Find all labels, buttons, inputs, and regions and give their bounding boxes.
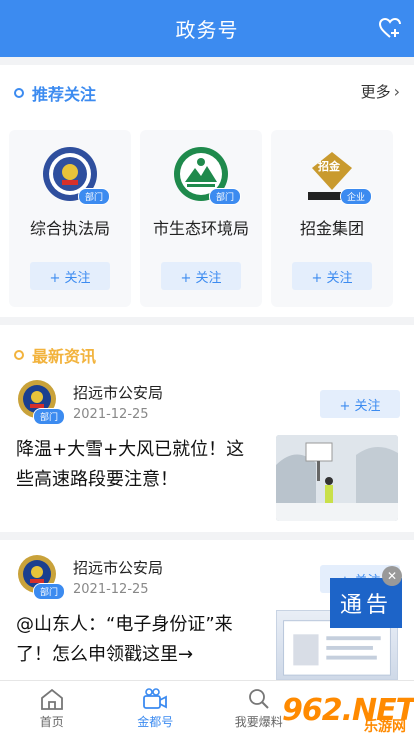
tab-label: 我要爆料	[234, 715, 283, 729]
dept-badge: 部门	[32, 408, 65, 425]
close-icon[interactable]: ✕	[382, 566, 402, 586]
chevron-right-icon: ›	[393, 82, 400, 101]
recommend-card[interactable]: 招金 企业 招金集团 + 关注	[271, 130, 393, 307]
heart-plus-icon[interactable]	[378, 17, 402, 39]
watermark-text-wrap: 乐游网	[362, 716, 406, 735]
avatar: 部门	[17, 554, 65, 600]
card-name: 招金集团	[299, 219, 364, 238]
more-label: 更多	[360, 83, 391, 101]
page-title: 政务号	[175, 18, 239, 42]
news-thumbnail[interactable]	[276, 435, 398, 521]
news-source: 招远市公安局	[73, 384, 164, 402]
dept-badge: 部门	[208, 188, 241, 205]
logo-text: 招金	[318, 160, 340, 173]
avatar: 部门	[17, 379, 65, 425]
news-headline[interactable]: @山东人：“电子身份证”来了！怎么申领戳这里→	[16, 610, 254, 670]
news-headline[interactable]: 降温+大雪+大风已就位！这些高速路段要注意！	[16, 435, 254, 495]
recommend-card[interactable]: 部门 市生态环境局 + 关注	[140, 130, 262, 307]
recommend-header: 推荐关注	[14, 81, 96, 105]
news-title: 最新资讯	[32, 347, 97, 366]
news-date: 2021-12-25	[73, 582, 149, 597]
news-date: 2021-12-25	[73, 407, 149, 422]
recommend-card[interactable]: 部门 综合执法局 + 关注	[9, 130, 131, 307]
news-header: 最新资讯	[14, 343, 96, 367]
news-item[interactable]: 部门 招远市公安局 2021-12-25 + 关注 降温+大雪+大风已就位！这些…	[0, 365, 414, 532]
watermark-text: 乐游网	[364, 719, 406, 735]
news-source: 招远市公安局	[73, 559, 164, 577]
tab-jindu[interactable]: 金都号	[104, 681, 208, 736]
section-dot-icon	[14, 88, 24, 98]
zhaojin-logo-icon: 招金 企业	[304, 146, 372, 205]
news-section-header: 最新资讯	[0, 325, 414, 367]
card-name: 市生态环境局	[152, 219, 249, 238]
camera-icon	[143, 688, 168, 709]
ecology-emblem-icon: 部门	[173, 146, 241, 205]
recommend-section: 推荐关注 更多 › 部门 综合执法局 + 关注 部门 市生态环境局 + 关注 招…	[0, 65, 414, 317]
tab-home[interactable]: 首页	[0, 681, 104, 736]
follow-button[interactable]: + 关注	[161, 262, 241, 290]
follow-button[interactable]: + 关注	[292, 262, 372, 290]
search-icon	[248, 689, 269, 709]
top-bar: 政务号	[0, 0, 414, 57]
company-badge: 企业	[339, 188, 372, 205]
tab-label: 金都号	[137, 715, 174, 729]
more-link[interactable]: 更多 ›	[361, 81, 400, 102]
dept-badge: 部门	[77, 188, 110, 205]
dept-badge: 部门	[32, 583, 65, 600]
home-icon	[40, 688, 63, 710]
follow-button[interactable]: + 关注	[30, 262, 110, 290]
tab-label: 首页	[39, 715, 64, 729]
follow-button[interactable]: + 关注	[320, 390, 400, 418]
enforcement-emblem-icon: 部门	[42, 146, 110, 205]
card-name: 综合执法局	[29, 219, 110, 238]
section-dot-icon	[14, 350, 24, 360]
recommend-title: 推荐关注	[32, 85, 97, 104]
